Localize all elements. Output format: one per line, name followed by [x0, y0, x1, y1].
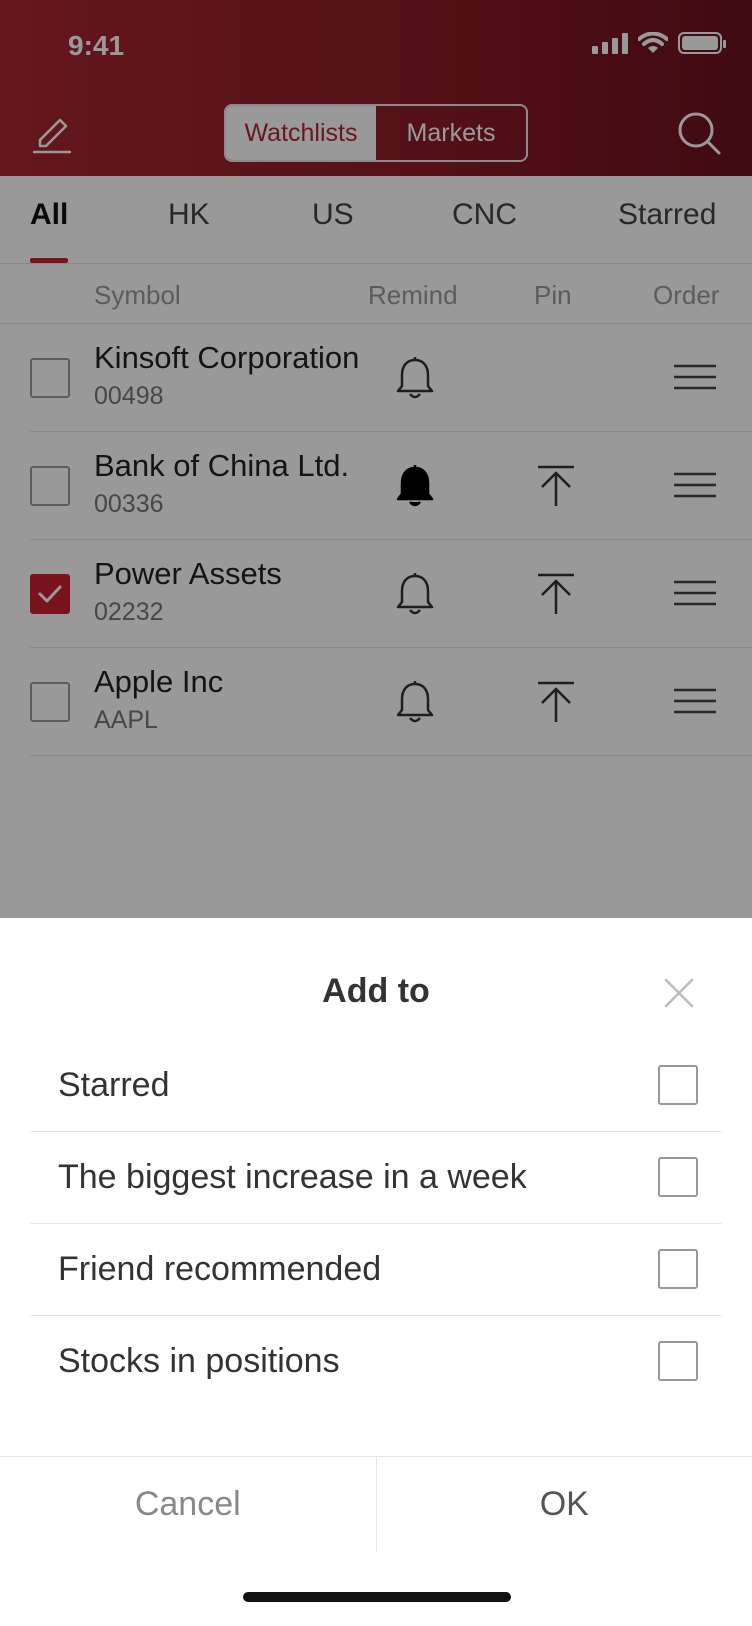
option-label: The biggest increase in a week: [58, 1158, 527, 1196]
ok-button[interactable]: OK: [375, 1457, 752, 1552]
home-indicator: [243, 1592, 511, 1602]
option-label: Starred: [58, 1066, 170, 1104]
option-label: Stocks in positions: [58, 1342, 340, 1380]
close-icon[interactable]: [662, 976, 696, 1010]
option-starred[interactable]: Starred: [30, 1040, 722, 1132]
cancel-button[interactable]: Cancel: [0, 1457, 376, 1552]
sheet-title: Add to: [322, 972, 430, 1010]
option-checkbox[interactable]: [658, 1249, 698, 1289]
sheet-actions: Cancel OK: [0, 1456, 752, 1552]
option-label: Friend recommended: [58, 1250, 382, 1288]
option-checkbox[interactable]: [658, 1065, 698, 1105]
modal-backdrop[interactable]: [0, 0, 752, 918]
option-biggest-increase[interactable]: The biggest increase in a week: [30, 1132, 722, 1224]
option-checkbox[interactable]: [658, 1341, 698, 1381]
add-to-sheet: Add to Starred The biggest increase in a…: [0, 918, 752, 1626]
option-friend-recommended[interactable]: Friend recommended: [30, 1224, 722, 1316]
option-checkbox[interactable]: [658, 1157, 698, 1197]
option-stocks-in-positions[interactable]: Stocks in positions: [30, 1316, 722, 1408]
